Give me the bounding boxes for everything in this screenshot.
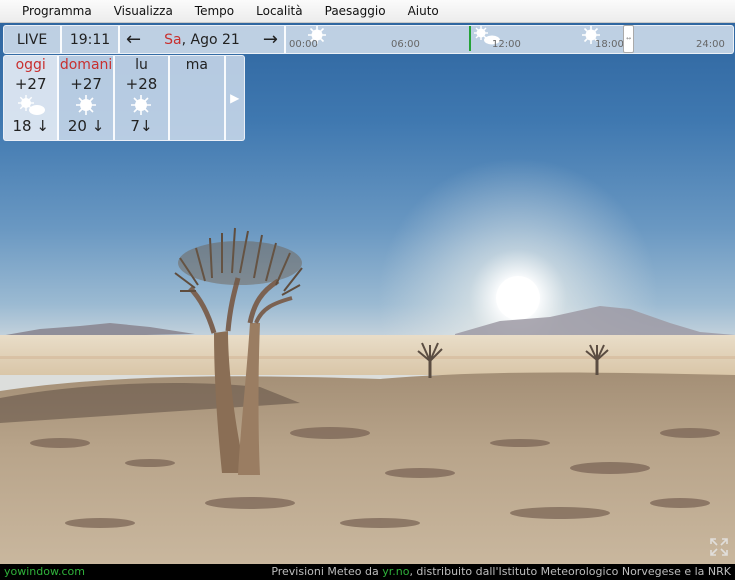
sun-cloud-icon: [17, 95, 45, 115]
forecast-temp: +27: [70, 75, 102, 93]
forecast-wind: 18 ↓: [12, 117, 48, 135]
wind-speed: 7: [130, 117, 140, 135]
forecast-day-label: domani: [59, 57, 113, 73]
forecast-day-label: lu: [135, 57, 148, 73]
current-time-marker: [469, 26, 471, 51]
sun: [496, 276, 540, 320]
wind-arrow-down-icon: ↓: [139, 117, 153, 135]
clock-display: 19:11: [62, 26, 120, 53]
wind-arrow-down-icon: ↓: [86, 117, 105, 135]
tick-label: 24:00: [696, 39, 725, 50]
time-bar: LIVE 19:11 ← Sa, Ago 21 → 00:00 06:00 12…: [3, 25, 734, 54]
next-day-arrow-icon[interactable]: →: [263, 30, 278, 49]
forecast-panel: oggi +27 18 ↓ domani +27 20 ↓ lu +28 7↓ …: [3, 55, 245, 141]
fullscreen-icon[interactable]: [709, 537, 729, 557]
timeline-slider[interactable]: 00:00 06:00 12:00 18:00 24:00 ↔: [286, 25, 733, 53]
menu-visualizza[interactable]: Visualizza: [103, 0, 184, 22]
status-bar: yowindow.com Previsioni Meteo da yr.no, …: [0, 564, 735, 580]
live-button[interactable]: LIVE: [4, 26, 62, 53]
wind-arrow-down-icon: ↓: [31, 117, 49, 135]
wind-speed: 20: [67, 117, 87, 135]
sun-icon: [131, 95, 152, 115]
day-abbr: Sa: [164, 31, 182, 48]
forecast-wind: 7↓: [130, 117, 152, 135]
sun-icon: [76, 95, 97, 115]
credits-suffix: , distribuito dall'Istituto Meteorologic…: [409, 565, 731, 578]
menu-aiuto[interactable]: Aiuto: [397, 0, 450, 22]
menu-localita[interactable]: Località: [245, 0, 314, 22]
date-text: , Ago 21: [181, 31, 240, 48]
forecast-day-label: ma: [185, 57, 208, 73]
site-link[interactable]: yowindow.com: [4, 564, 85, 580]
tick-label: 00:00: [289, 39, 318, 50]
tick-label: 18:00: [595, 39, 624, 50]
forecast-wind: 20 ↓: [68, 117, 104, 135]
menu-paesaggio[interactable]: Paesaggio: [314, 0, 397, 22]
prev-day-arrow-icon[interactable]: ←: [126, 30, 141, 49]
yr-link[interactable]: yr.no: [382, 565, 409, 578]
forecast-temp: +27: [14, 75, 47, 93]
wind-speed: 18: [12, 117, 32, 135]
forecast-day-label: oggi: [15, 57, 46, 73]
forecast-day-tuesday[interactable]: ma: [170, 56, 226, 140]
forecast-day-today[interactable]: oggi +27 18 ↓: [4, 56, 60, 140]
tick-label: 06:00: [391, 39, 420, 50]
tick-label: 12:00: [492, 39, 521, 50]
menu-tempo[interactable]: Tempo: [184, 0, 245, 22]
date-navigator: ← Sa, Ago 21 →: [120, 26, 286, 53]
time-slider-handle[interactable]: ↔: [623, 25, 634, 53]
credits-text: Previsioni Meteo da yr.no, distribuito d…: [271, 564, 731, 580]
date-label: Sa, Ago 21: [164, 32, 240, 48]
menu-programma[interactable]: Programma: [11, 0, 103, 22]
menu-bar: Programma Visualizza Tempo Località Paes…: [0, 0, 735, 23]
forecast-day-tomorrow[interactable]: domani +27 20 ↓: [59, 56, 115, 140]
distant-plain: [0, 335, 735, 375]
credits-prefix: Previsioni Meteo da: [271, 565, 383, 578]
forecast-temp: +28: [125, 75, 158, 93]
forecast-next-arrow-icon[interactable]: ▶: [226, 56, 244, 140]
forecast-day-monday[interactable]: lu +28 7↓: [115, 56, 171, 140]
